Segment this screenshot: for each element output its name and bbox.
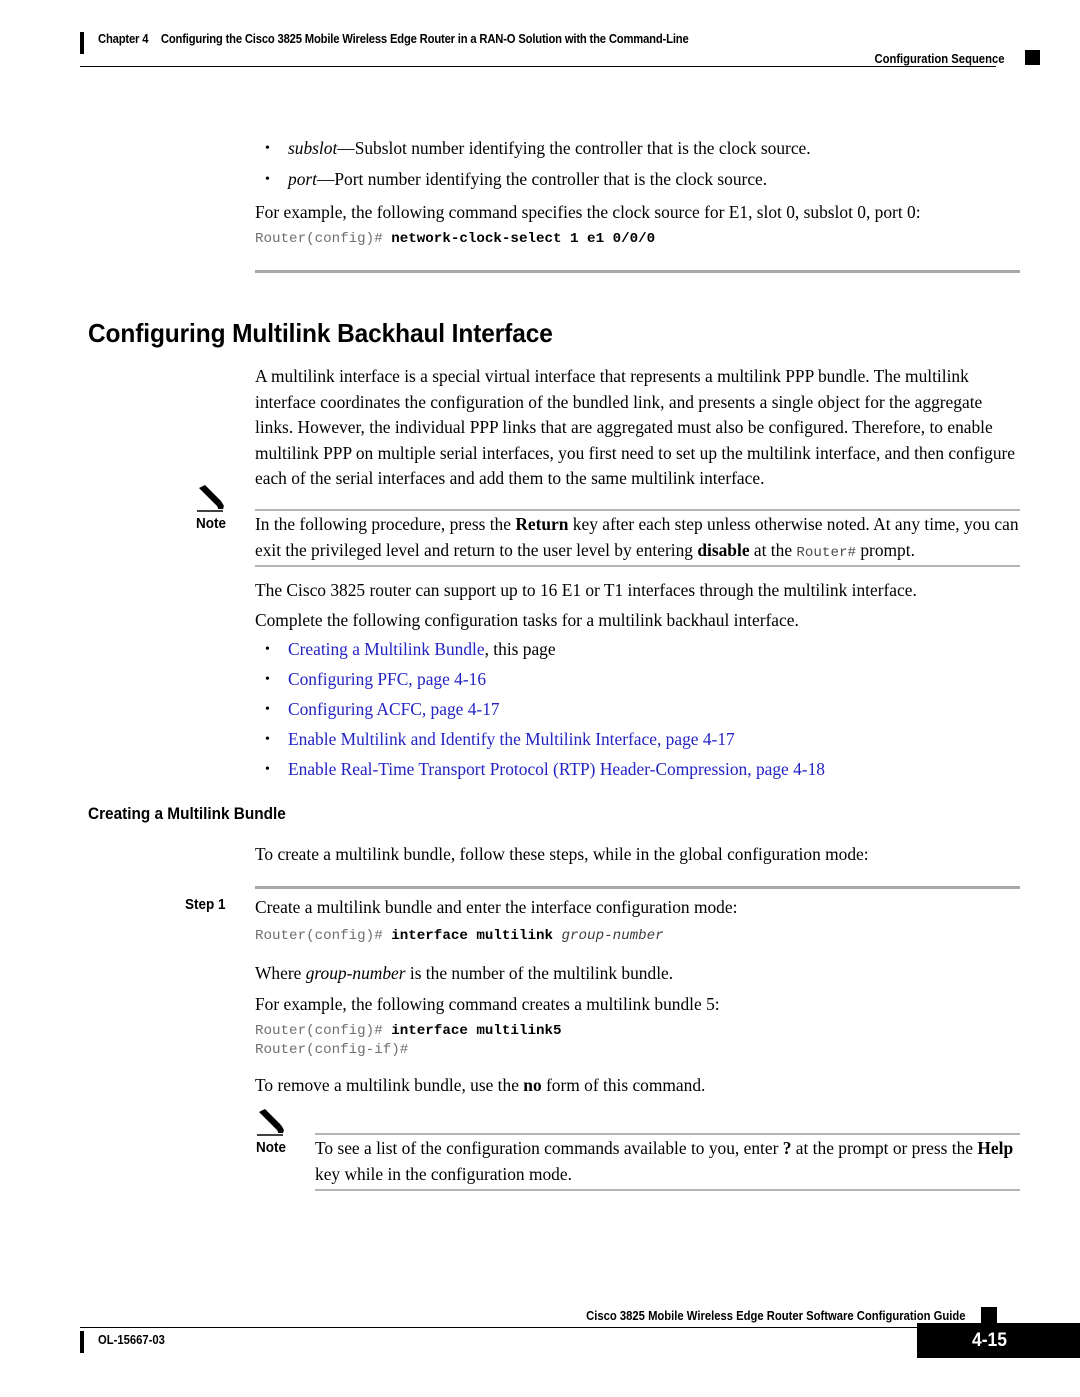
- header-left-bar: [80, 32, 84, 54]
- code-command: interface multilink5: [391, 1023, 562, 1039]
- list-item[interactable]: • Creating a Multilink Bundle, this page: [255, 637, 1020, 663]
- header-running-head: Configuration Sequence: [873, 52, 1004, 66]
- note-text: In the following procedure, press the Re…: [255, 512, 1020, 566]
- code-command: network-clock-select 1 e1 0/0/0: [391, 231, 656, 247]
- code-block-config-if-prompt: Router(config-if)#: [255, 1042, 409, 1058]
- header-chapter-title: Configuring the Cisco 3825 Mobile Wirele…: [160, 32, 689, 46]
- link-enable-rtp-header-compression[interactable]: Enable Real-Time Transport Protocol (RTP…: [288, 759, 825, 779]
- remove-suffix: form of this command.: [541, 1075, 706, 1095]
- list-item: • subslot—Subslot number identifying the…: [255, 136, 1020, 162]
- bullet-glyph: •: [265, 732, 270, 747]
- note-text-part3: key while in the configuration mode.: [315, 1163, 572, 1184]
- header-chapter-label: Chapter 4: [98, 32, 149, 46]
- where-suffix: is the number of the multilink bundle.: [405, 963, 674, 983]
- footer-left-bar: [80, 1331, 84, 1353]
- list-item[interactable]: • Enable Multilink and Identify the Mult…: [255, 727, 1020, 753]
- bullet-glyph: •: [265, 642, 270, 657]
- document-page: Chapter 4 Configuring the Cisco 3825 Mobi…: [0, 0, 1080, 1397]
- where-term: group-number: [305, 963, 406, 983]
- footer-doc-id: OL-15667-03: [98, 1333, 165, 1347]
- note-label: Note: [256, 1140, 286, 1156]
- note-label: Note: [196, 516, 226, 532]
- support-line-2: Complete the following configuration tas…: [255, 610, 799, 630]
- code-argument: group-number: [561, 928, 664, 944]
- step-example-line: For example, the following command creat…: [255, 994, 720, 1014]
- list-item-text: port—Port number identifying the control…: [288, 167, 1020, 193]
- page-title: Configuring Multilink Backhaul Interface: [88, 318, 553, 348]
- footer-rule: [80, 1327, 980, 1328]
- code-block-interface-multilink: Router(config)# interface multilink grou…: [255, 927, 1020, 946]
- footer-square-marker: [981, 1307, 997, 1323]
- subsection-intro: To create a multilink bundle, follow the…: [255, 844, 869, 864]
- bullet-glyph: •: [265, 672, 270, 687]
- note-text: To see a list of the configuration comma…: [315, 1136, 1020, 1187]
- subsection-title: Creating a Multilink Bundle: [88, 805, 286, 823]
- section-paragraph: A multilink interface is a special virtu…: [255, 366, 1016, 488]
- list-item: • port—Port number identifying the contr…: [255, 167, 1020, 193]
- step-where-line: Where group-number is the number of the …: [255, 961, 1020, 987]
- link-suffix: , this page: [484, 639, 556, 659]
- note-text-part2: at the prompt or press the: [791, 1138, 978, 1158]
- code-block-multilink5: Router(config)# interface multilink5: [255, 1022, 1020, 1041]
- list-item[interactable]: • Configuring ACFC, page 4-17: [255, 697, 1020, 723]
- note-bottom-rule: [315, 1189, 1020, 1191]
- bullet-glyph: •: [265, 172, 270, 187]
- term-subslot: subslot: [288, 138, 338, 158]
- link-configuring-pfc[interactable]: Configuring PFC, page 4-16: [288, 669, 486, 689]
- list-item[interactable]: • Enable Real-Time Transport Protocol (R…: [255, 757, 1020, 783]
- code-command: interface multilink: [391, 928, 562, 944]
- bullet-glyph: •: [265, 702, 270, 717]
- step-remove-line: To remove a multilink bundle, use the no…: [255, 1073, 1020, 1099]
- page-header: Chapter 4 Configuring the Cisco 3825 Mobi…: [80, 30, 1040, 82]
- list-item[interactable]: • Configuring PFC, page 4-16: [255, 667, 1020, 693]
- pencil-icon: [256, 1108, 290, 1138]
- support-line-1: The Cisco 3825 router can support up to …: [255, 580, 917, 600]
- link-enable-multilink-identify[interactable]: Enable Multilink and Identify the Multil…: [288, 729, 735, 749]
- link-configuring-acfc[interactable]: Configuring ACFC, page 4-17: [288, 699, 500, 719]
- bullet-glyph: •: [265, 141, 270, 156]
- pencil-icon: [196, 484, 230, 514]
- note-text-part1: In the following procedure, press the: [255, 514, 516, 534]
- note-bottom-rule: [255, 565, 1020, 567]
- step-text: Create a multilink bundle and enter the …: [255, 897, 738, 917]
- code-block-network-clock: Router(config)# network-clock-select 1 e…: [255, 230, 1020, 249]
- step-label: Step 1: [185, 897, 226, 913]
- where-prefix: Where: [255, 963, 306, 983]
- bullet-glyph: •: [265, 762, 270, 777]
- remove-keyword-no: no: [523, 1075, 542, 1095]
- note-text-part1: To see a list of the configuration comma…: [315, 1138, 783, 1158]
- note-prompt-router: Router#: [796, 544, 856, 561]
- footer-guide-title: Cisco 3825 Mobile Wireless Edge Router S…: [585, 1309, 965, 1323]
- header-chapter-line: Chapter 4 Configuring the Cisco 3825 Mobi…: [98, 32, 689, 46]
- list-item-text: subslot—Subslot number identifying the c…: [288, 136, 1020, 162]
- remove-prefix: To remove a multilink bundle, use the: [255, 1075, 524, 1095]
- note-text-part4: prompt.: [856, 539, 915, 560]
- term-port-desc: —Port number identifying the controller …: [317, 169, 768, 189]
- note-keyword-disable: disable: [697, 539, 750, 560]
- term-port: port: [288, 169, 317, 189]
- note-top-rule: [315, 1133, 1020, 1135]
- footer-page-number: 4-15: [972, 1330, 1007, 1351]
- section-divider-rule: [255, 270, 1020, 273]
- term-subslot-desc: —Subslot number identifying the controll…: [337, 138, 811, 158]
- header-rule: [80, 66, 996, 67]
- step-divider-rule: [255, 886, 1020, 889]
- note-top-rule: [255, 509, 1020, 511]
- note-keyword-return: Return: [515, 514, 569, 534]
- code-prompt: Router(config)#: [255, 231, 392, 247]
- link-creating-multilink-bundle[interactable]: Creating a Multilink Bundle: [288, 639, 485, 659]
- note-keyword-help: Help: [977, 1138, 1014, 1158]
- intro-example-line: For example, the following command speci…: [255, 202, 921, 222]
- code-prompt: Router(config)#: [255, 1023, 392, 1039]
- code-prompt: Router(config)#: [255, 928, 392, 944]
- note-text-part3: at the: [749, 539, 797, 560]
- header-square-marker: [1025, 50, 1040, 65]
